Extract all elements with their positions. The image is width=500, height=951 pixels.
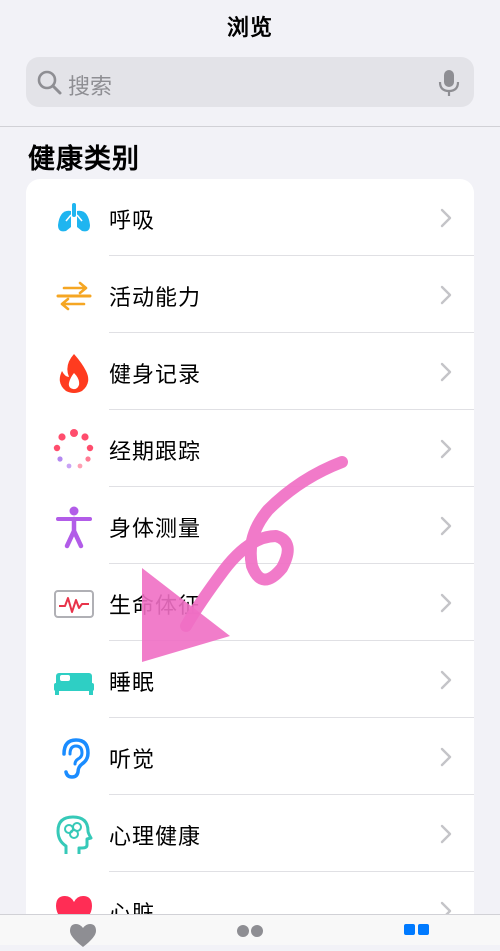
search-icon [36,69,64,101]
category-row-activity[interactable]: 健身记录 [26,333,474,410]
vitals-monitor-icon [52,582,96,626]
page-title: 浏览 [226,16,273,41]
header-divider [0,126,500,127]
cycle-dots-icon [52,428,96,472]
mind-head-icon [52,813,96,857]
category-label: 心理健康 [109,825,202,850]
category-row-respiratory[interactable]: 呼吸 [26,179,474,256]
category-row-mobility[interactable]: 活动能力 [26,256,474,333]
bed-icon [52,659,96,703]
tab-bar [0,914,500,947]
section-title: 健康类别 [28,144,140,175]
category-label: 听觉 [109,748,156,773]
search-bar[interactable]: 搜索 [26,57,474,107]
person-icon [52,505,96,549]
category-row-mental-wellbeing[interactable]: 心理健康 [26,795,474,872]
category-row-sleep[interactable]: 睡眠 [26,641,474,718]
category-label: 活动能力 [109,286,202,311]
chevron-right-icon [440,439,452,463]
chevron-right-icon [440,747,452,771]
category-label: 生命体征 [109,594,202,619]
chevron-right-icon [440,670,452,694]
category-row-hearing[interactable]: 听觉 [26,718,474,795]
chevron-right-icon [440,285,452,309]
search-input[interactable]: 搜索 [68,69,112,101]
chevron-right-icon [440,362,452,386]
chevron-right-icon [440,593,452,617]
flame-icon [52,351,96,395]
category-label: 健身记录 [109,363,202,388]
tab-sharing-people-icon[interactable] [232,923,268,951]
category-row-body-measurements[interactable]: 身体测量 [26,487,474,564]
chevron-right-icon [440,516,452,540]
category-row-vitals[interactable]: 生命体征 [26,564,474,641]
chevron-right-icon [440,208,452,232]
tab-summary-heart-icon[interactable] [68,923,98,951]
microphone-icon[interactable] [438,68,460,102]
category-label: 经期跟踪 [109,440,202,465]
ear-icon [52,736,96,780]
chevron-right-icon [440,824,452,848]
mobility-arrows-icon [52,274,96,318]
category-label: 睡眠 [109,671,156,696]
lungs-icon [52,197,96,241]
category-label: 身体测量 [109,517,202,542]
category-row-cycle-tracking[interactable]: 经期跟踪 [26,410,474,487]
tab-browse-grid-icon[interactable] [403,923,431,951]
categories-list: 呼吸 活动能力 健身记录 经期跟踪 身体测量 生命体征 睡眠 听觉 心理健康 [26,179,474,939]
category-label: 呼吸 [109,209,156,234]
